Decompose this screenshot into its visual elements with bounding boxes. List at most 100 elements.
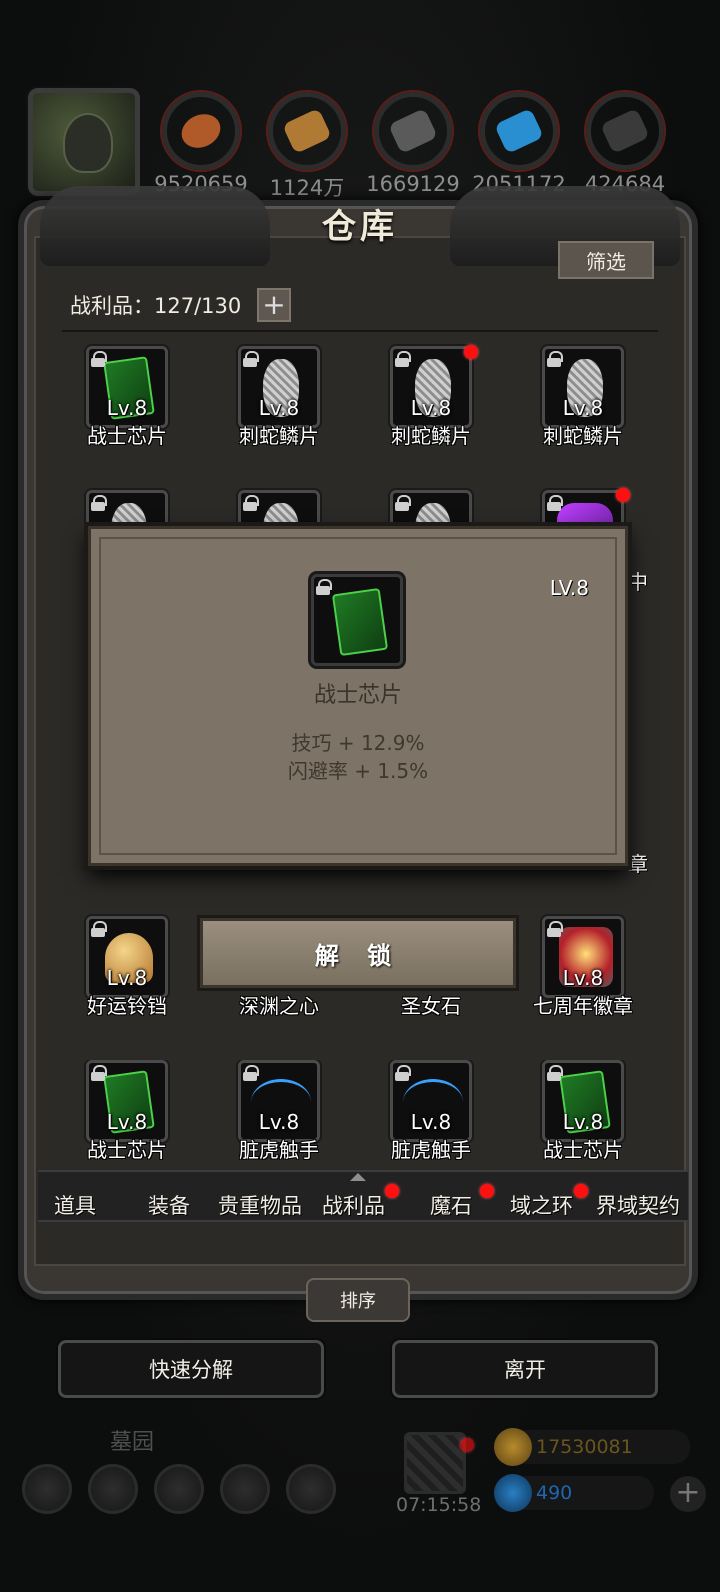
lock-icon — [243, 1065, 259, 1081]
lock-icon — [316, 579, 332, 595]
tab-equipment[interactable]: 装备 — [148, 1190, 190, 1220]
item-level: Lv.8 — [258, 1110, 300, 1134]
item-slot[interactable]: Lv.8 战士芯片 — [62, 346, 192, 456]
warehouse-title-plate: 仓库 — [250, 192, 470, 254]
gem-icon — [494, 1474, 532, 1512]
resource-ore-icon[interactable] — [586, 92, 664, 170]
item-name: 深渊之心 — [239, 994, 319, 1018]
item-slot[interactable]: Lv.8 战士芯片 — [62, 1060, 192, 1162]
sort-button[interactable]: 排序 — [306, 1278, 410, 1322]
lock-icon — [91, 1065, 107, 1081]
notification-dot — [385, 1184, 399, 1198]
gift-timer: 07:15:58 — [396, 1494, 482, 1516]
player-avatar[interactable] — [28, 88, 140, 196]
notification-dot — [480, 1184, 494, 1198]
item-name: 刺蛇鳞片 — [391, 424, 471, 448]
divider — [62, 330, 658, 332]
unlock-button[interactable]: 解 锁 — [200, 918, 516, 988]
tab-magic-stone[interactable]: 魔石 — [430, 1190, 472, 1220]
left-wing-ornament — [40, 186, 270, 266]
item-level: Lv.8 — [106, 966, 148, 990]
item-level: Lv.8 — [410, 396, 452, 420]
item-name: 战士芯片 — [543, 1138, 623, 1162]
lock-icon — [547, 351, 563, 367]
item-slot[interactable]: Lv.8 刺蛇鳞片 — [214, 346, 344, 456]
item-name: 圣女石 — [401, 994, 461, 1018]
item-level: Lv.8 — [562, 396, 604, 420]
filter-button[interactable]: 筛选 — [558, 241, 654, 279]
modal-stat: 闪避率 + 1.5% — [287, 759, 429, 783]
settings-icon[interactable] — [22, 1464, 72, 1514]
resource-meat-icon[interactable] — [162, 92, 240, 170]
lock-icon — [91, 351, 107, 367]
gold-balance: 17530081 — [494, 1428, 690, 1466]
lock-icon — [547, 495, 563, 511]
warehouse-title: 仓库 — [322, 206, 398, 247]
wood-icon — [282, 108, 332, 154]
crystal-icon — [494, 108, 544, 154]
lock-icon — [547, 1065, 563, 1081]
loot-count: 战利品：127/130 — [70, 294, 242, 318]
modal-item-level: LV.8 — [549, 576, 589, 600]
item-slot[interactable]: Lv.8 好运铃铛 — [62, 916, 192, 1026]
gift-icon[interactable] — [404, 1432, 466, 1494]
lock-icon — [395, 1065, 411, 1081]
tab-realm-contract[interactable]: 界域契约 — [596, 1190, 680, 1220]
item-name: 七周年徽章 — [533, 994, 633, 1018]
leave-button[interactable]: 离开 — [392, 1340, 658, 1398]
lock-icon — [91, 495, 107, 511]
gem-balance: 490 — [494, 1474, 654, 1512]
avatar-face-icon — [63, 113, 113, 173]
item-slot[interactable]: Lv.8 七周年徽章 — [518, 916, 648, 1026]
lock-icon — [395, 495, 411, 511]
tab-valuables[interactable]: 贵重物品 — [218, 1190, 302, 1220]
iron-icon — [388, 108, 438, 154]
item-name: 战士芯片 — [87, 424, 167, 448]
item-name-fragment: 章 — [628, 852, 648, 876]
item-slot[interactable]: Lv.8 刺蛇鳞片 — [366, 346, 496, 456]
item-level: Lv.8 — [410, 1110, 452, 1134]
item-detail-modal: LV.8 战士芯片 技巧 + 12.9% 闪避率 + 1.5% — [88, 526, 628, 866]
lock-icon — [243, 495, 259, 511]
expand-capacity-button[interactable]: + — [257, 288, 291, 322]
item-name-fragment: 中 — [628, 570, 648, 594]
item-name: 战士芯片 — [87, 1138, 167, 1162]
item-name: 好运铃铛 — [87, 994, 167, 1018]
item-slot[interactable]: Lv.8 刺蛇鳞片 — [518, 346, 648, 456]
tab-domain-ring[interactable]: 域之环 — [510, 1190, 573, 1220]
tab-loot[interactable]: 战利品 — [322, 1190, 385, 1220]
gem-amount: 490 — [536, 1482, 573, 1504]
quick-decompose-button[interactable]: 快速分解 — [58, 1340, 324, 1398]
notification-dot — [574, 1184, 588, 1198]
hex-icon[interactable] — [286, 1464, 336, 1514]
lock-icon — [243, 351, 259, 367]
resource-wood-icon[interactable] — [268, 92, 346, 170]
lock-icon — [91, 921, 107, 937]
add-currency-button[interactable]: + — [670, 1476, 706, 1512]
item-name: 刺蛇鳞片 — [239, 424, 319, 448]
star-icon[interactable] — [88, 1464, 138, 1514]
shield-icon[interactable] — [154, 1464, 204, 1514]
chip-icon — [331, 587, 389, 657]
item-level: Lv.8 — [106, 1110, 148, 1134]
item-level: Lv.8 — [258, 396, 300, 420]
mail-icon[interactable] — [220, 1464, 270, 1514]
modal-item-name: 战士芯片 — [313, 683, 402, 708]
gold-amount: 17530081 — [536, 1436, 633, 1458]
item-slot[interactable]: Lv.8 脏虎触手 — [366, 1060, 496, 1162]
resource-crystal-icon[interactable] — [480, 92, 558, 170]
resource-iron-icon[interactable] — [374, 92, 452, 170]
tab-props[interactable]: 道具 — [54, 1190, 96, 1220]
location-label: 墓园 — [110, 1430, 155, 1455]
item-level: Lv.8 — [106, 396, 148, 420]
item-name: 刺蛇鳞片 — [543, 424, 623, 448]
notification-dot — [464, 345, 478, 359]
item-name: 脏虎触手 — [239, 1138, 319, 1162]
item-level: Lv.8 — [562, 1110, 604, 1134]
modal-item-slot — [311, 574, 403, 666]
item-slot[interactable]: Lv.8 脏虎触手 — [214, 1060, 344, 1162]
gold-coin-icon — [494, 1428, 532, 1466]
item-slot[interactable]: Lv.8 战士芯片 — [518, 1060, 648, 1162]
active-tab-indicator-icon — [350, 1173, 366, 1181]
item-name: 脏虎触手 — [391, 1138, 471, 1162]
